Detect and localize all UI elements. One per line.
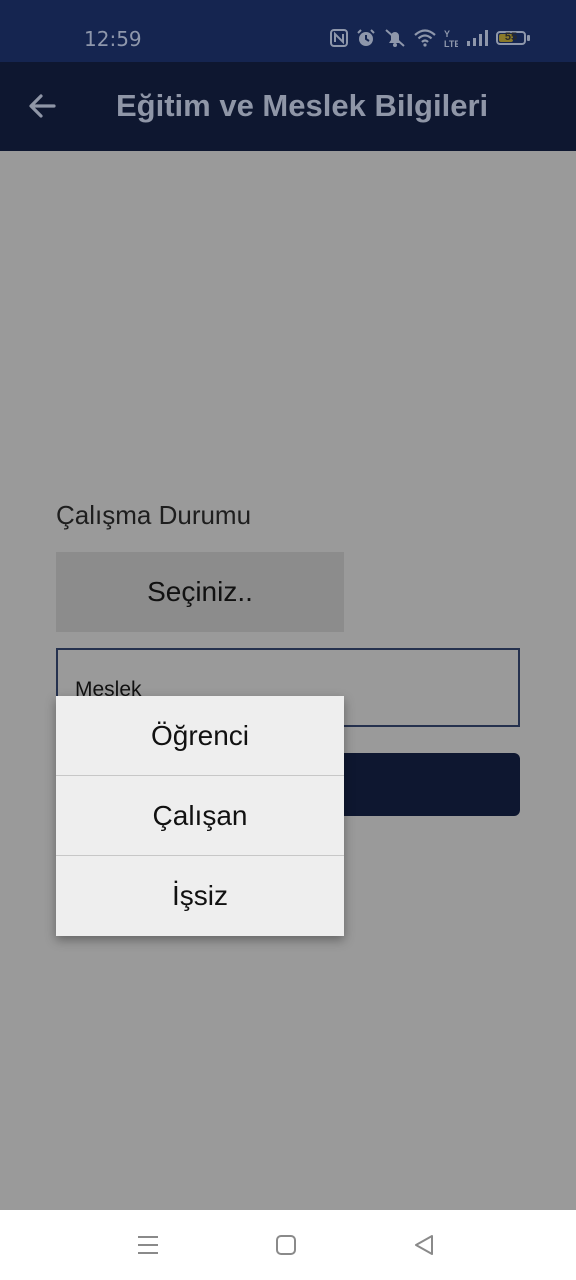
home-icon bbox=[276, 1235, 296, 1255]
dropdown-option-ogrenci[interactable]: Öğrenci bbox=[56, 696, 344, 776]
app-bar: Eğitim ve Meslek Bilgileri bbox=[0, 62, 576, 151]
dropdown-option-issiz[interactable]: İşsiz bbox=[56, 856, 344, 936]
dropdown-option-calisan[interactable]: Çalışan bbox=[56, 776, 344, 856]
volte-icon: Y LTE bbox=[444, 29, 458, 48]
nfc-icon bbox=[330, 29, 348, 47]
menu-icon bbox=[138, 1236, 158, 1254]
home-button[interactable] bbox=[266, 1230, 306, 1260]
mute-icon bbox=[385, 29, 405, 47]
back-button[interactable] bbox=[22, 86, 62, 126]
recent-apps-button[interactable] bbox=[128, 1230, 168, 1260]
nav-back-button[interactable] bbox=[404, 1230, 444, 1260]
system-nav-bar bbox=[0, 1210, 576, 1280]
employment-status-select[interactable]: Seçiniz.. bbox=[56, 552, 344, 632]
signal-icon bbox=[467, 30, 488, 46]
alarm-icon bbox=[357, 29, 375, 46]
employment-status-dropdown: Öğrenci Çalışan İşsiz bbox=[56, 696, 344, 936]
wifi-icon bbox=[414, 29, 436, 47]
back-triangle-icon bbox=[415, 1235, 433, 1255]
svg-text:Y: Y bbox=[444, 29, 450, 39]
employment-status-label: Çalışma Durumu bbox=[56, 500, 252, 530]
arrow-left-icon bbox=[29, 94, 56, 118]
battery-icon: 55 bbox=[496, 31, 530, 45]
page-title: Eğitim ve Meslek Bilgileri bbox=[116, 88, 489, 123]
status-icons: Y LTE 55 bbox=[330, 27, 530, 49]
battery-level: 55 bbox=[504, 31, 518, 43]
svg-text:LTE: LTE bbox=[444, 39, 458, 48]
status-bar: 12:59 Y LTE 55 bbox=[0, 0, 576, 62]
status-time: 12:59 bbox=[84, 27, 142, 51]
